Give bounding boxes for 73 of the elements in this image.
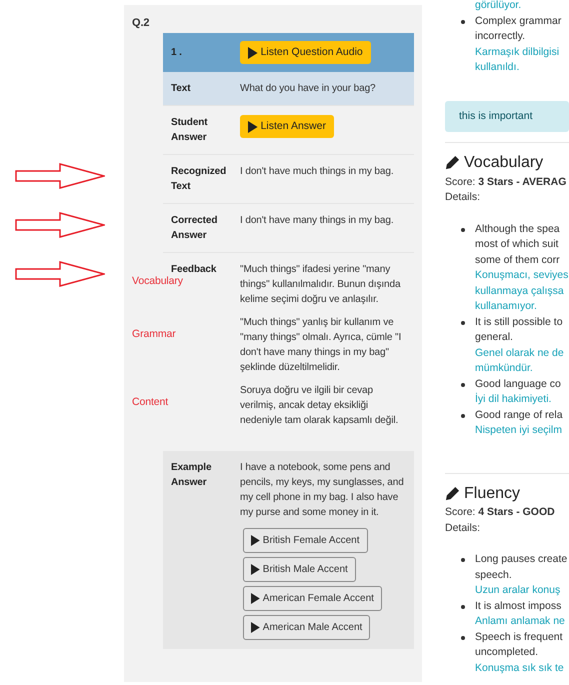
answer-text: What do you have in your bag? — [240, 82, 377, 96]
bullet-icon — [461, 414, 465, 418]
bullet-icon — [461, 320, 465, 324]
question-number: Q.2 — [132, 17, 150, 29]
detail-text: It is still possible to — [475, 314, 564, 330]
example-text: I have a notebook, some pens and pencils, my keys, my sunglasses, and my cell phone in my bag. I also have my purse and some money in it. — [240, 461, 405, 520]
listen-question-button[interactable]: Listen Question Audio — [240, 41, 371, 64]
play-icon — [248, 120, 258, 132]
pencil-icon — [445, 155, 460, 170]
details-label: Details: — [445, 190, 482, 205]
listen-answer-button[interactable]: Listen Answer — [240, 115, 334, 138]
translation-text: Uzun aralar konuş — [475, 583, 562, 598]
details-label: Details: — [445, 520, 482, 536]
row-label: Recognized Text — [171, 165, 228, 194]
detail-text: Good language co — [475, 376, 561, 392]
item-number: 1 . — [171, 46, 183, 60]
detail-text: general. — [475, 330, 514, 345]
bullet-icon — [461, 382, 465, 386]
translation-text: İyi dil hakimiyeti. — [475, 392, 552, 407]
row-label: Example Answer — [171, 461, 212, 490]
detail-text: It is almost imposs — [475, 598, 562, 614]
translation-text: Nispeten iyi seçilm — [475, 423, 563, 438]
play-icon — [251, 622, 260, 633]
bullet-icon — [461, 604, 465, 608]
play-icon — [251, 564, 260, 575]
annotation-label: Vocabulary — [132, 274, 183, 289]
row-label: Student Answer — [171, 116, 209, 145]
row-label: Text — [171, 82, 192, 96]
bullet-icon — [461, 20, 465, 24]
play-icon — [251, 535, 260, 546]
bullet-icon — [461, 228, 465, 232]
translation-text: Karmaşık dilbilgisi — [475, 44, 560, 60]
accent-button[interactable]: British Female Accent — [243, 528, 368, 553]
translation-text: kullanmaya çalışsa — [475, 284, 565, 298]
translation-text: Konuşmacı, seviyes — [475, 268, 568, 283]
pencil-icon — [445, 486, 460, 501]
detail-text: speech. — [475, 568, 513, 582]
annotation-label: Content — [132, 395, 168, 410]
feedback-text: "Much things" ifadesi yerine "many things" kullanılmalıdır. Bunun dışında kelime seçimi doğru ve anlaşılır. — [240, 263, 402, 307]
detail-text: Although the spea — [475, 222, 561, 236]
play-icon — [248, 46, 258, 58]
translation-text: Anlamı anlamak ne — [475, 614, 565, 629]
detail-text: uncompleted. — [475, 645, 540, 660]
translation-text: mümkündür. — [475, 361, 534, 376]
score-text: Score: 4 Stars - GOOD — [445, 505, 556, 520]
detail-text: Good range of rela — [475, 408, 563, 422]
translation-text: Genel olarak ne de — [475, 346, 564, 360]
alert-text: this is important — [445, 100, 569, 132]
detail-text: some of them corr — [475, 252, 561, 268]
detail-text: incorrectly. — [475, 29, 526, 44]
accent-button[interactable]: American Male Accent — [243, 615, 370, 640]
row-label: Corrected Answer — [171, 214, 218, 243]
feedback-text: "Much things" yanlış bir kullanım ve "many things" olmalı. Ayrıca, cümle "I don't have many things in my bag" şeklinde düzeltilmelidir. — [240, 316, 402, 375]
bullet-icon — [461, 558, 465, 562]
annotation-label: Grammar — [132, 327, 176, 342]
detail-text: Long pauses create — [475, 552, 568, 567]
score-text: Score: 3 Stars - AVERAG — [445, 174, 568, 190]
translation-text: kullanamıyor. — [475, 299, 538, 314]
feedback-text: Soruya doğru ve ilgili bir cevap verilmiş, ancak detay eksikliği nedeniyle tam olarak kapsamlı değil. — [240, 384, 400, 428]
answer-text: I don't have many things in my bag. — [240, 214, 394, 228]
detail-text: Speech is frequent — [475, 630, 564, 644]
translation-text: kullanıldı. — [475, 60, 520, 75]
section-title: Fluency — [464, 486, 520, 501]
play-icon — [251, 593, 260, 604]
accent-button[interactable]: British Male Accent — [243, 557, 356, 582]
accent-button[interactable]: American Female Accent — [243, 586, 382, 611]
bullet-icon — [461, 636, 465, 640]
detail-text: Complex grammar — [475, 14, 562, 28]
answer-text: I don't have much things in my bag. — [240, 165, 394, 179]
section-title: Vocabulary — [464, 155, 544, 170]
detail-text: most of which suit — [475, 237, 560, 252]
translation-text: görülüyor. — [475, 0, 522, 13]
translation-text: Konuşma sık sık te — [475, 660, 564, 676]
